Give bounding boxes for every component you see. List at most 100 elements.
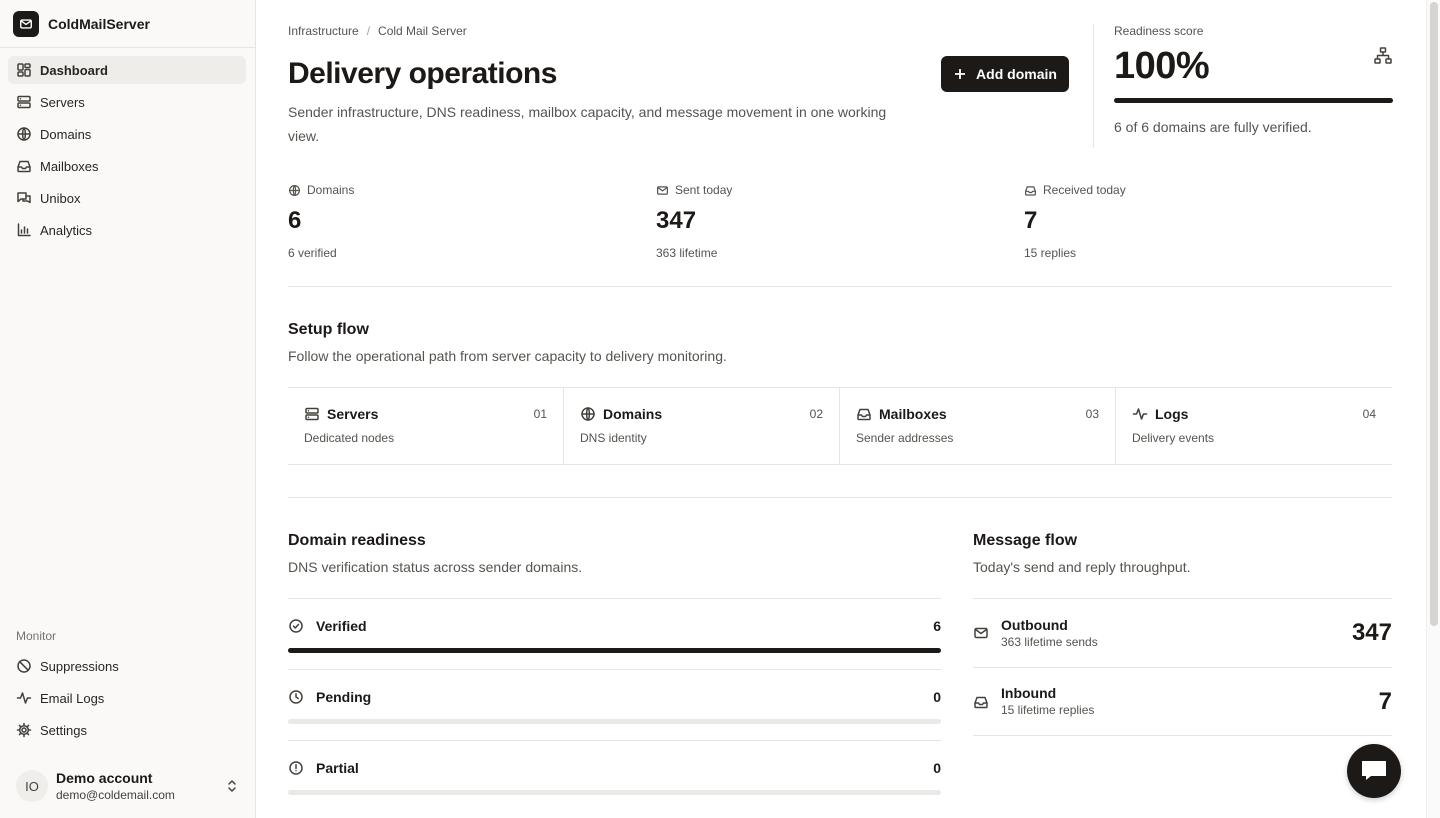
sidebar-item-domains[interactable]: Domains: [8, 120, 246, 148]
clock-icon: [289, 690, 303, 704]
message-flow-label: Outbound: [1001, 616, 1068, 633]
sidebar-item-settings[interactable]: Settings: [8, 716, 246, 744]
setup-step-sub: Dedicated nodes: [304, 431, 395, 445]
brand-name: ColdMailServer: [48, 15, 150, 32]
message-flow-sub: 15 lifetime replies: [1001, 703, 1095, 717]
server-icon: [305, 407, 319, 421]
sidebar-item-dashboard[interactable]: Dashboard: [8, 56, 246, 84]
setup-step-sub: Sender addresses: [856, 431, 954, 445]
message-flow-title: Message flow: [973, 532, 1078, 549]
dashboard-icon: [17, 63, 31, 77]
stat-received-today: Received today 7 15 replies: [1024, 182, 1392, 260]
stat-sub: 363 lifetime: [656, 246, 718, 260]
page-description: Sender infrastructure, DNS readiness, ma…: [288, 104, 887, 144]
gear-icon: [16, 722, 32, 738]
setup-step-domains[interactable]: Domains 02 DNS identity: [564, 388, 840, 464]
message-flow-row-outbound: Outbound 363 lifetime sends 347: [973, 598, 1392, 667]
message-flow-value: 347: [1351, 619, 1392, 646]
setup-step-label: Servers: [327, 406, 379, 422]
setup-step-mailboxes[interactable]: Mailboxes 03 Sender addresses: [840, 388, 1116, 464]
sidebar-item-servers[interactable]: Servers: [8, 88, 246, 116]
domain-readiness-list: Verified 6 Pending 0 Partial 0: [288, 598, 941, 811]
readiness-note: 6 of 6 domains are fully verified.: [1114, 119, 1312, 135]
stat-label: Sent today: [675, 183, 733, 197]
avatar: IO: [16, 770, 48, 802]
ban-icon: [17, 659, 31, 673]
activity-icon: [1132, 408, 1148, 420]
sidebar-item-suppressions[interactable]: Suppressions: [8, 652, 246, 680]
readiness-row-count: 6: [933, 618, 941, 634]
breadcrumb-item[interactable]: Cold Mail Server: [378, 24, 467, 38]
setup-flow: Servers 01 Dedicated nodes Domains 02 DN…: [288, 387, 1392, 465]
chevrons-up-down-icon[interactable]: [224, 778, 240, 794]
inbox-icon: [857, 408, 871, 421]
divider: [288, 497, 1392, 498]
stat-label: Received today: [1043, 183, 1126, 197]
inbox-icon: [17, 160, 31, 173]
add-domain-button[interactable]: Add domain: [941, 56, 1069, 92]
readiness-row-bar: [288, 648, 941, 653]
monitor-section: Monitor Suppressions Email Logs Settings: [8, 626, 246, 748]
server-icon: [17, 95, 31, 109]
sidebar: ColdMailServer Dashboard Servers Domains…: [0, 0, 256, 818]
readiness-row-count: 0: [933, 689, 941, 705]
sidebar-item-label: Unibox: [40, 190, 81, 206]
stat-label: Domains: [307, 183, 355, 197]
account-name: Demo account: [56, 769, 153, 786]
sidebar-item-label: Dashboard: [40, 62, 108, 78]
readiness-row-bar-fill: [288, 648, 941, 653]
monitor-heading: Monitor: [16, 629, 57, 643]
mail-icon: [974, 627, 988, 639]
readiness-panel: Readiness score 100% 6 of 6 domains are …: [1114, 24, 1393, 135]
divider: [288, 286, 1392, 287]
stat-value: 6: [288, 207, 302, 234]
readiness-row-label: Partial: [316, 760, 359, 776]
setup-step-label: Logs: [1155, 406, 1189, 422]
account-email: demo@coldemail.com: [56, 787, 175, 802]
page-scrollbar[interactable]: [1426, 0, 1440, 818]
readiness-row-verified: Verified 6: [288, 598, 941, 669]
mail-icon: [657, 185, 668, 195]
domain-readiness-description: DNS verification status across sender do…: [288, 559, 583, 575]
stat-value: 347: [656, 207, 697, 234]
readiness-progress-fill: [1114, 98, 1393, 103]
brand[interactable]: ColdMailServer: [0, 0, 255, 48]
setup-step-label: Domains: [603, 406, 663, 422]
sidebar-item-unibox[interactable]: Unibox: [8, 184, 246, 212]
sidebar-item-label: Servers: [40, 94, 85, 110]
globe-icon: [581, 407, 595, 421]
sidebar-item-analytics[interactable]: Analytics: [8, 216, 246, 244]
sidebar-item-label: Mailboxes: [40, 158, 99, 174]
account-switcher[interactable]: IO Demo account demo@coldemail.com: [8, 764, 246, 808]
inbox-icon: [974, 696, 988, 708]
sidebar-item-label: Analytics: [40, 222, 93, 238]
setup-step-servers[interactable]: Servers 01 Dedicated nodes: [288, 388, 564, 464]
setup-step-logs[interactable]: Logs 04 Delivery events: [1116, 388, 1392, 464]
setup-step-number: 01: [533, 407, 547, 421]
network-icon[interactable]: [1373, 46, 1393, 66]
message-flow-label: Inbound: [1001, 685, 1057, 701]
readiness-label: Readiness score: [1114, 24, 1204, 38]
message-flow-description: Today's send and reply throughput.: [973, 559, 1191, 575]
breadcrumb-item[interactable]: Infrastructure: [288, 24, 359, 38]
readiness-row-partial: Partial 0: [288, 740, 941, 811]
domain-readiness-title: Domain readiness: [288, 532, 426, 549]
setup-step-number: 03: [1085, 407, 1099, 421]
readiness-row-bar: [288, 790, 941, 795]
setup-step-number: 04: [1362, 407, 1376, 421]
readiness-row-pending: Pending 0: [288, 669, 941, 740]
sidebar-item-mailboxes[interactable]: Mailboxes: [8, 152, 246, 180]
setup-step-number: 02: [809, 407, 823, 421]
readiness-row-count: 0: [933, 760, 941, 776]
message-flow-sub: 363 lifetime sends: [1001, 634, 1098, 649]
add-domain-label: Add domain: [976, 66, 1057, 82]
sidebar-item-email-logs[interactable]: Email Logs: [8, 684, 246, 712]
message-flow-value: 7: [1378, 687, 1392, 715]
chat-icon: [1362, 761, 1386, 780]
stat-sent-today: Sent today 347 363 lifetime: [656, 182, 1024, 260]
chat-widget-button[interactable]: [1347, 744, 1401, 798]
scrollbar-thumb[interactable]: [1430, 2, 1438, 626]
main-nav: Dashboard Servers Domains Mailboxes Unib…: [8, 56, 246, 248]
breadcrumb-separator: /: [366, 24, 371, 38]
plus-icon: [955, 69, 966, 79]
